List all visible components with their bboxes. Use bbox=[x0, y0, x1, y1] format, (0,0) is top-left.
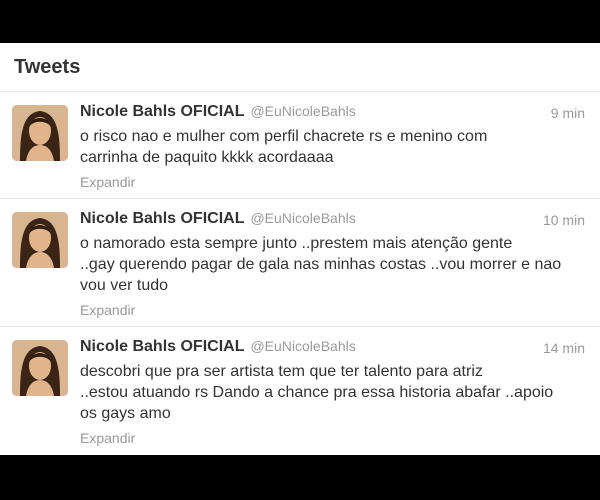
tweet-item[interactable]: Nicole Bahls OFICIAL @EuNicoleBahls 14 m… bbox=[0, 327, 600, 455]
avatar[interactable] bbox=[12, 105, 68, 161]
author-handle[interactable]: @EuNicoleBahls bbox=[250, 338, 355, 354]
panel-header: Tweets bbox=[0, 43, 600, 92]
expand-link[interactable]: Expandir bbox=[80, 302, 135, 318]
expand-link[interactable]: Expandir bbox=[80, 430, 135, 446]
tweet-item[interactable]: Nicole Bahls OFICIAL @EuNicoleBahls 10 m… bbox=[0, 199, 600, 327]
avatar[interactable] bbox=[12, 212, 68, 268]
profile-photo-icon bbox=[12, 105, 68, 161]
tweet-timestamp[interactable]: 9 min bbox=[551, 105, 585, 121]
tweet-text: o risco nao e mulher com perfil chacrete… bbox=[80, 128, 488, 166]
tweet-timestamp[interactable]: 14 min bbox=[543, 340, 585, 356]
author-handle[interactable]: @EuNicoleBahls bbox=[250, 103, 355, 119]
tweets-panel: Tweets Nicole Bahls OFICIAL @EuNicoleBah… bbox=[0, 43, 600, 455]
tweet-item[interactable]: Nicole Bahls OFICIAL @EuNicoleBahls 9 mi… bbox=[0, 92, 600, 199]
expand-link[interactable]: Expandir bbox=[80, 174, 135, 190]
author-name[interactable]: Nicole Bahls OFICIAL bbox=[80, 210, 244, 228]
author-handle[interactable]: @EuNicoleBahls bbox=[250, 210, 355, 226]
tweet-timestamp[interactable]: 10 min bbox=[543, 212, 585, 228]
panel-title: Tweets bbox=[14, 55, 81, 78]
profile-photo-icon bbox=[12, 212, 68, 268]
profile-photo-icon bbox=[12, 340, 68, 396]
author-name[interactable]: Nicole Bahls OFICIAL bbox=[80, 103, 244, 121]
author-name[interactable]: Nicole Bahls OFICIAL bbox=[80, 338, 244, 356]
avatar[interactable] bbox=[12, 340, 68, 396]
tweet-text: o namorado esta sempre junto ..prestem m… bbox=[80, 235, 562, 294]
tweet-text: descobri que pra ser artista tem que ter… bbox=[80, 363, 554, 422]
